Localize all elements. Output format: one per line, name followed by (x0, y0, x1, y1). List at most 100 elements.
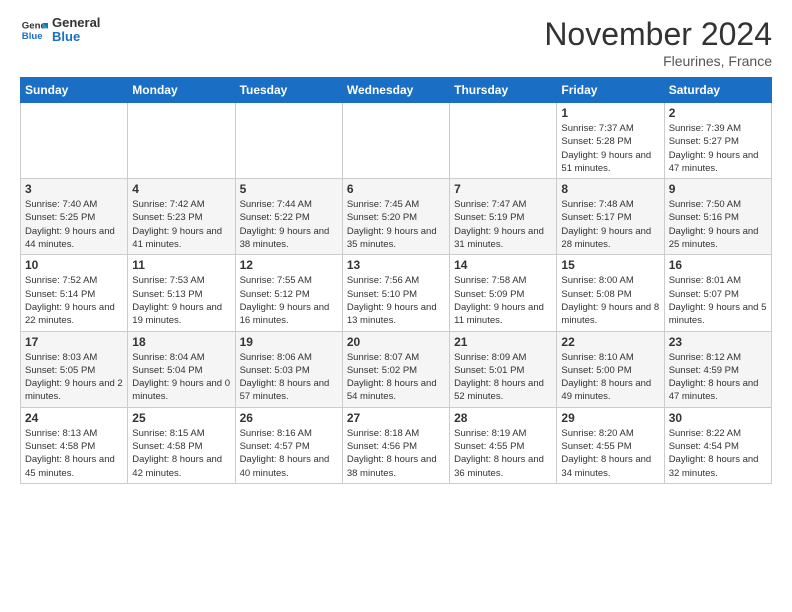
day-info: Sunrise: 8:12 AM Sunset: 4:59 PM Dayligh… (669, 351, 767, 404)
day-info: Sunrise: 8:04 AM Sunset: 5:04 PM Dayligh… (132, 351, 230, 404)
day-number: 28 (454, 411, 552, 425)
day-of-week-header: Saturday (664, 78, 771, 103)
calendar-cell: 27 Sunrise: 8:18 AM Sunset: 4:56 PM Dayli… (342, 407, 449, 483)
day-info: Sunrise: 7:48 AM Sunset: 5:17 PM Dayligh… (561, 198, 659, 251)
day-number: 6 (347, 182, 445, 196)
day-number: 30 (669, 411, 767, 425)
logo-icon: General Blue (20, 16, 48, 44)
header: General Blue General Blue November 2024 … (20, 16, 772, 69)
calendar-cell: 26 Sunrise: 8:16 AM Sunset: 4:57 PM Dayli… (235, 407, 342, 483)
day-number: 23 (669, 335, 767, 349)
day-info: Sunrise: 7:56 AM Sunset: 5:10 PM Dayligh… (347, 274, 445, 327)
calendar-cell: 23 Sunrise: 8:12 AM Sunset: 4:59 PM Dayli… (664, 331, 771, 407)
logo: General Blue General Blue (20, 16, 100, 45)
calendar-cell: 1 Sunrise: 7:37 AM Sunset: 5:28 PM Daylig… (557, 103, 664, 179)
calendar-cell: 5Sunrise: 7:44 AM Sunset: 5:22 PM Daylig… (235, 179, 342, 255)
day-number: 26 (240, 411, 338, 425)
day-number: 11 (132, 258, 230, 272)
location: Fleurines, France (544, 53, 772, 69)
calendar-cell: 20 Sunrise: 8:07 AM Sunset: 5:02 PM Dayli… (342, 331, 449, 407)
day-info: Sunrise: 7:42 AM Sunset: 5:23 PM Dayligh… (132, 198, 230, 251)
day-info: Sunrise: 7:40 AM Sunset: 5:25 PM Dayligh… (25, 198, 123, 251)
day-number: 21 (454, 335, 552, 349)
logo-general-text: General (52, 16, 100, 30)
calendar-week-row: 24 Sunrise: 8:13 AM Sunset: 4:58 PM Dayli… (21, 407, 772, 483)
calendar-cell: 10 Sunrise: 7:52 AM Sunset: 5:14 PM Dayli… (21, 255, 128, 331)
day-info: Sunrise: 7:47 AM Sunset: 5:19 PM Dayligh… (454, 198, 552, 251)
day-info: Sunrise: 7:37 AM Sunset: 5:28 PM Dayligh… (561, 122, 659, 175)
day-number: 24 (25, 411, 123, 425)
calendar-cell: 19 Sunrise: 8:06 AM Sunset: 5:03 PM Dayli… (235, 331, 342, 407)
day-of-week-header: Friday (557, 78, 664, 103)
day-info: Sunrise: 7:50 AM Sunset: 5:16 PM Dayligh… (669, 198, 767, 251)
calendar-cell: 14 Sunrise: 7:58 AM Sunset: 5:09 PM Dayli… (450, 255, 557, 331)
day-number: 16 (669, 258, 767, 272)
calendar-cell: 25 Sunrise: 8:15 AM Sunset: 4:58 PM Dayli… (128, 407, 235, 483)
day-number: 1 (561, 106, 659, 120)
calendar-cell: 30 Sunrise: 8:22 AM Sunset: 4:54 PM Dayli… (664, 407, 771, 483)
day-of-week-header: Monday (128, 78, 235, 103)
day-info: Sunrise: 7:58 AM Sunset: 5:09 PM Dayligh… (454, 274, 552, 327)
day-info: Sunrise: 8:07 AM Sunset: 5:02 PM Dayligh… (347, 351, 445, 404)
day-number: 14 (454, 258, 552, 272)
day-number: 27 (347, 411, 445, 425)
day-info: Sunrise: 7:52 AM Sunset: 5:14 PM Dayligh… (25, 274, 123, 327)
calendar-cell (235, 103, 342, 179)
day-info: Sunrise: 7:39 AM Sunset: 5:27 PM Dayligh… (669, 122, 767, 175)
day-of-week-header: Wednesday (342, 78, 449, 103)
calendar-table: SundayMondayTuesdayWednesdayThursdayFrid… (20, 77, 772, 484)
calendar-cell: 4Sunrise: 7:42 AM Sunset: 5:23 PM Daylig… (128, 179, 235, 255)
day-number: 9 (669, 182, 767, 196)
calendar-cell: 29 Sunrise: 8:20 AM Sunset: 4:55 PM Dayli… (557, 407, 664, 483)
day-info: Sunrise: 7:55 AM Sunset: 5:12 PM Dayligh… (240, 274, 338, 327)
day-number: 15 (561, 258, 659, 272)
calendar-cell: 6 Sunrise: 7:45 AM Sunset: 5:20 PM Daylig… (342, 179, 449, 255)
calendar-cell: 22 Sunrise: 8:10 AM Sunset: 5:00 PM Dayli… (557, 331, 664, 407)
calendar-cell: 21 Sunrise: 8:09 AM Sunset: 5:01 PM Dayli… (450, 331, 557, 407)
calendar-week-row: 10 Sunrise: 7:52 AM Sunset: 5:14 PM Dayli… (21, 255, 772, 331)
day-info: Sunrise: 8:06 AM Sunset: 5:03 PM Dayligh… (240, 351, 338, 404)
day-info: Sunrise: 8:22 AM Sunset: 4:54 PM Dayligh… (669, 427, 767, 480)
day-number: 20 (347, 335, 445, 349)
calendar-cell: 7Sunrise: 7:47 AM Sunset: 5:19 PM Daylig… (450, 179, 557, 255)
day-info: Sunrise: 8:09 AM Sunset: 5:01 PM Dayligh… (454, 351, 552, 404)
day-info: Sunrise: 8:13 AM Sunset: 4:58 PM Dayligh… (25, 427, 123, 480)
day-info: Sunrise: 8:18 AM Sunset: 4:56 PM Dayligh… (347, 427, 445, 480)
calendar-cell: 16Sunrise: 8:01 AM Sunset: 5:07 PM Dayli… (664, 255, 771, 331)
day-info: Sunrise: 7:44 AM Sunset: 5:22 PM Dayligh… (240, 198, 338, 251)
day-info: Sunrise: 8:20 AM Sunset: 4:55 PM Dayligh… (561, 427, 659, 480)
calendar-cell: 28 Sunrise: 8:19 AM Sunset: 4:55 PM Dayli… (450, 407, 557, 483)
day-number: 2 (669, 106, 767, 120)
day-info: Sunrise: 8:00 AM Sunset: 5:08 PM Dayligh… (561, 274, 659, 327)
day-info: Sunrise: 8:16 AM Sunset: 4:57 PM Dayligh… (240, 427, 338, 480)
svg-text:Blue: Blue (22, 31, 43, 42)
calendar-header-row: SundayMondayTuesdayWednesdayThursdayFrid… (21, 78, 772, 103)
month-title: November 2024 (544, 16, 772, 53)
calendar-cell: 11 Sunrise: 7:53 AM Sunset: 5:13 PM Dayli… (128, 255, 235, 331)
calendar-cell: 18Sunrise: 8:04 AM Sunset: 5:04 PM Dayli… (128, 331, 235, 407)
calendar-cell: 13 Sunrise: 7:56 AM Sunset: 5:10 PM Dayli… (342, 255, 449, 331)
calendar-cell: 12Sunrise: 7:55 AM Sunset: 5:12 PM Dayli… (235, 255, 342, 331)
day-info: Sunrise: 8:10 AM Sunset: 5:00 PM Dayligh… (561, 351, 659, 404)
calendar-cell: 9 Sunrise: 7:50 AM Sunset: 5:16 PM Daylig… (664, 179, 771, 255)
day-info: Sunrise: 7:53 AM Sunset: 5:13 PM Dayligh… (132, 274, 230, 327)
title-block: November 2024 Fleurines, France (544, 16, 772, 69)
day-of-week-header: Tuesday (235, 78, 342, 103)
day-info: Sunrise: 7:45 AM Sunset: 5:20 PM Dayligh… (347, 198, 445, 251)
calendar-cell (128, 103, 235, 179)
day-number: 3 (25, 182, 123, 196)
day-number: 29 (561, 411, 659, 425)
day-of-week-header: Thursday (450, 78, 557, 103)
calendar-cell: 15 Sunrise: 8:00 AM Sunset: 5:08 PM Dayli… (557, 255, 664, 331)
calendar-week-row: 17Sunrise: 8:03 AM Sunset: 5:05 PM Dayli… (21, 331, 772, 407)
page-container: General Blue General Blue November 2024 … (0, 0, 792, 494)
day-number: 13 (347, 258, 445, 272)
day-number: 22 (561, 335, 659, 349)
day-info: Sunrise: 8:15 AM Sunset: 4:58 PM Dayligh… (132, 427, 230, 480)
day-number: 19 (240, 335, 338, 349)
day-number: 25 (132, 411, 230, 425)
day-info: Sunrise: 8:19 AM Sunset: 4:55 PM Dayligh… (454, 427, 552, 480)
day-number: 10 (25, 258, 123, 272)
logo-blue-text: Blue (52, 30, 100, 44)
calendar-cell: 2 Sunrise: 7:39 AM Sunset: 5:27 PM Daylig… (664, 103, 771, 179)
